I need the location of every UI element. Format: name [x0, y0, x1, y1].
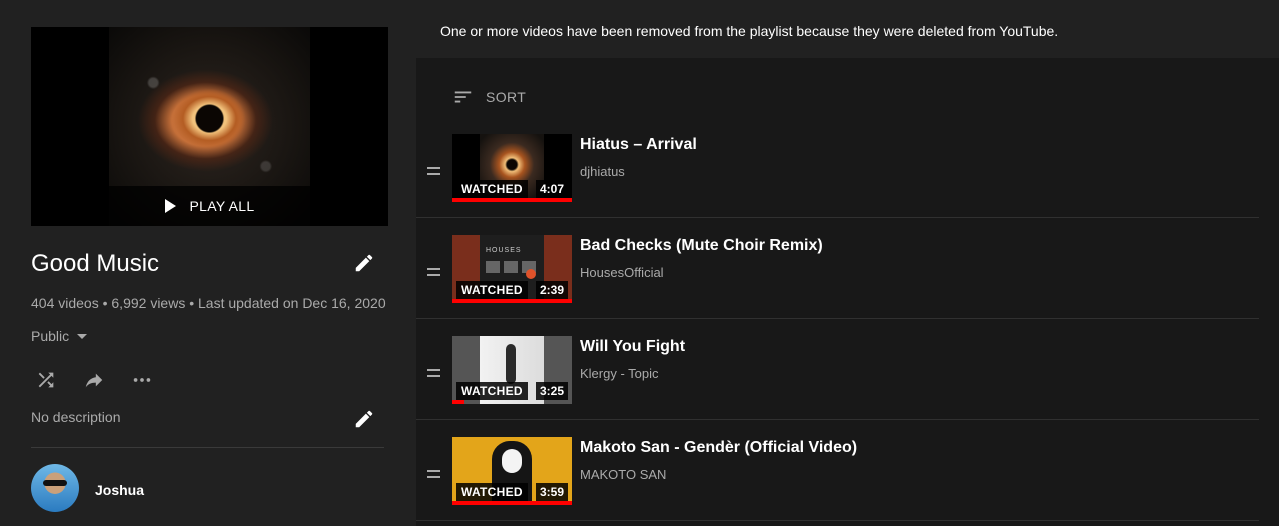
playlist-video-row[interactable]: WATCHED 3:59 Makoto San - Gendèr (Offici… — [416, 420, 1259, 521]
video-title[interactable]: Bad Checks (Mute Choir Remix) — [580, 237, 823, 255]
video-title[interactable]: Hiatus – Arrival — [580, 136, 697, 154]
playlist-video-row[interactable]: HOUSES WATCHED 2:39 Bad Checks (Mute Cho… — [416, 218, 1259, 319]
playlist-title: Good Music — [31, 250, 160, 277]
notice-text: One or more videos have been removed fro… — [440, 23, 1059, 39]
sidebar-divider — [31, 447, 384, 448]
edit-title-pencil-icon[interactable] — [353, 252, 375, 274]
video-channel[interactable]: MAKOTO SAN — [580, 467, 666, 482]
watch-progress-bar — [452, 400, 464, 404]
watch-progress-bar — [452, 501, 572, 505]
playlist-stats: 404 videos • 6,992 views • Last updated … — [31, 295, 386, 311]
playlist-description: No description — [31, 409, 121, 425]
shuffle-button[interactable] — [31, 368, 61, 392]
video-thumbnail[interactable]: HOUSES WATCHED 2:39 — [452, 235, 572, 303]
drag-handle-icon[interactable] — [427, 268, 440, 276]
privacy-value: Public — [31, 328, 70, 344]
playlist-video-row[interactable]: WATCHED 3:25 Will You Fight Klergy - Top… — [416, 319, 1259, 420]
playlist-video-row[interactable]: WATCHED 4:07 Hiatus – Arrival djhiatus — [416, 117, 1259, 218]
play-all-label: PLAY ALL — [189, 198, 255, 214]
shuffle-icon — [38, 372, 54, 388]
watched-badge: WATCHED — [456, 281, 528, 299]
owner-name[interactable]: Joshua — [95, 482, 144, 498]
duration-badge: 2:39 — [535, 281, 568, 299]
more-horizontal-icon — [133, 378, 151, 382]
sort-icon — [454, 91, 472, 103]
watched-badge: WATCHED — [456, 382, 528, 400]
removed-videos-notice: One or more videos have been removed fro… — [416, 0, 1279, 58]
video-title[interactable]: Will You Fight — [580, 338, 685, 356]
duration-badge: 3:25 — [535, 382, 568, 400]
caret-down-icon — [77, 333, 88, 339]
video-title[interactable]: Makoto San - Gendèr (Official Video) — [580, 439, 857, 457]
play-all-button[interactable]: PLAY ALL — [109, 186, 310, 226]
playlist-actions — [31, 368, 157, 392]
privacy-dropdown[interactable]: Public — [31, 328, 88, 344]
video-channel[interactable]: HousesOfficial — [580, 265, 664, 280]
duration-badge: 4:07 — [535, 180, 568, 198]
duration-badge: 3:59 — [535, 483, 568, 501]
playlist-hero-thumbnail[interactable]: PLAY ALL — [31, 27, 388, 226]
video-thumbnail[interactable]: WATCHED 3:25 — [452, 336, 572, 404]
drag-handle-icon[interactable] — [427, 470, 440, 478]
share-button[interactable] — [79, 368, 109, 392]
sort-button[interactable]: SORT — [452, 86, 526, 108]
thumbnail-text: HOUSES — [486, 247, 522, 254]
sort-label: SORT — [486, 89, 527, 105]
watched-badge: WATCHED — [456, 180, 528, 198]
video-channel[interactable]: djhiatus — [580, 164, 625, 179]
video-thumbnail[interactable]: WATCHED 3:59 — [452, 437, 572, 505]
edit-description-pencil-icon[interactable] — [353, 408, 375, 430]
share-arrow-icon — [85, 373, 103, 388]
play-icon — [164, 199, 176, 213]
watched-badge: WATCHED — [456, 483, 528, 501]
watch-progress-bar — [452, 198, 572, 202]
drag-handle-icon[interactable] — [427, 167, 440, 175]
drag-handle-icon[interactable] — [427, 369, 440, 377]
playlist-sidebar: PLAY ALL Good Music 404 videos • 6,992 v… — [0, 0, 416, 526]
video-thumbnail[interactable]: WATCHED 4:07 — [452, 134, 572, 202]
watch-progress-bar — [452, 299, 572, 303]
owner-avatar[interactable] — [31, 464, 79, 512]
more-options-button[interactable] — [127, 368, 157, 392]
video-channel[interactable]: Klergy - Topic — [580, 366, 659, 381]
